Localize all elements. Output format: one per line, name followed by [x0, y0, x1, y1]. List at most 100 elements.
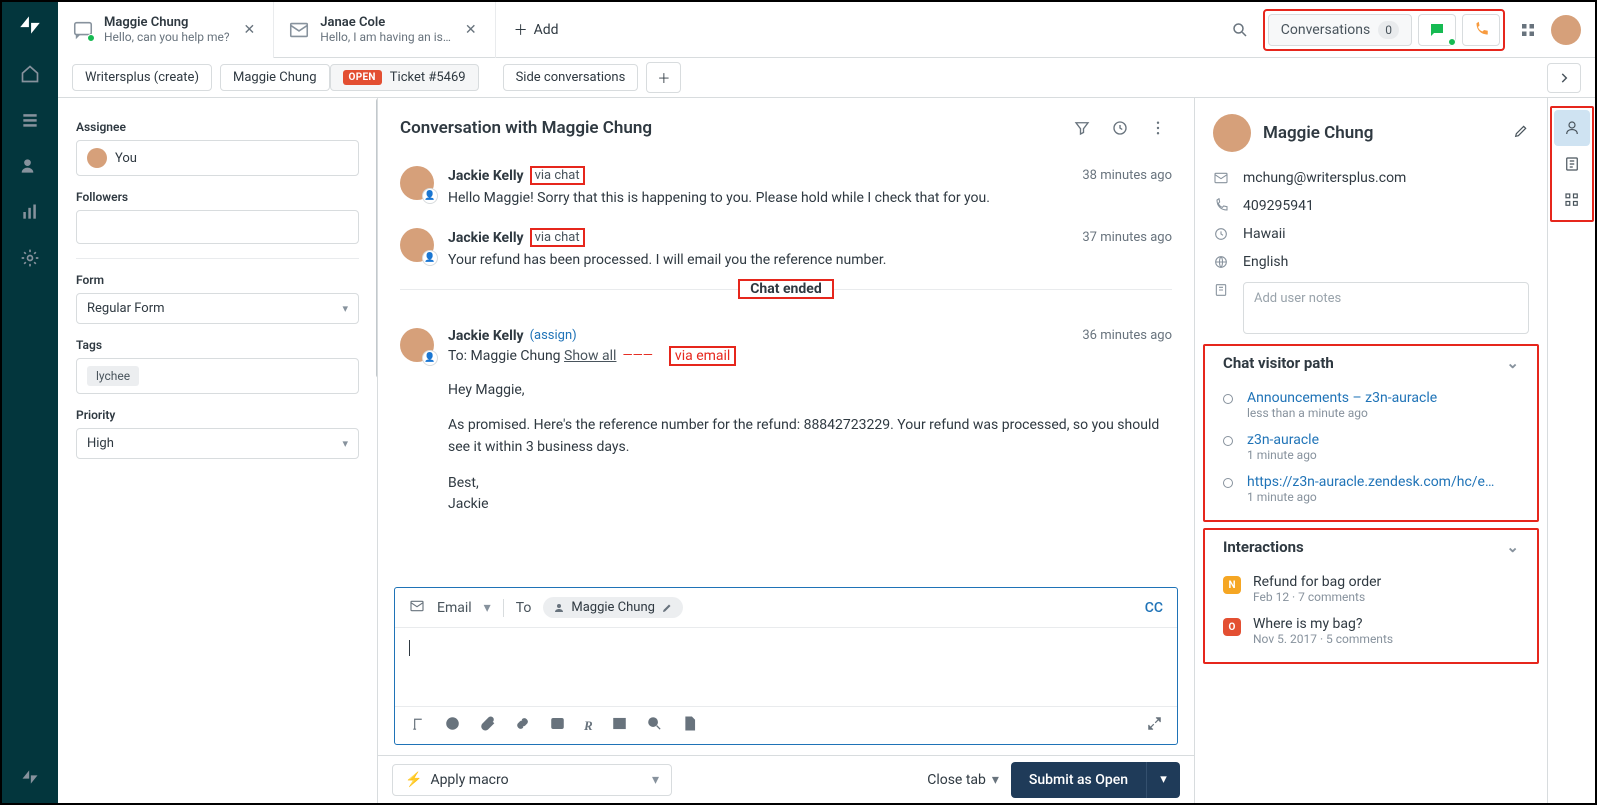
- customer-language: English: [1243, 254, 1288, 270]
- search-kb-icon[interactable]: [646, 715, 663, 736]
- recipient-chip[interactable]: Maggie Chung: [543, 597, 683, 618]
- tags-field[interactable]: lychee: [76, 358, 359, 394]
- tab-ticket-maggie[interactable]: Maggie Chung Hello, can you help me? ✕: [58, 2, 274, 58]
- visitor-path-item[interactable]: https://z3n-auracle.zendesk.com/hc/en…1 …: [1223, 468, 1519, 510]
- zendesk-logo-icon[interactable]: [17, 12, 43, 42]
- mail-icon: [288, 19, 310, 41]
- filter-icon[interactable]: [1068, 114, 1096, 142]
- interaction-item[interactable]: N Refund for bag orderFeb 12 · 7 comment…: [1223, 568, 1519, 610]
- zendesk-mark-icon[interactable]: [20, 767, 40, 791]
- customer-avatar: [1213, 114, 1251, 152]
- status-badge: O: [1223, 618, 1241, 636]
- close-tab-button[interactable]: Close tab ▾: [927, 772, 999, 788]
- top-tab-bar: Maggie Chung Hello, can you help me? ✕ J…: [58, 2, 1595, 58]
- table-icon[interactable]: [611, 715, 628, 736]
- reporting-icon[interactable]: [20, 202, 40, 226]
- priority-label: Priority: [76, 408, 359, 422]
- submit-button[interactable]: Submit as Open: [1011, 762, 1146, 798]
- conversations-button[interactable]: Conversations 0: [1268, 14, 1412, 46]
- assign-link[interactable]: (assign): [530, 328, 577, 343]
- chat-channel-button[interactable]: [1418, 14, 1456, 46]
- apps-icon[interactable]: [1511, 13, 1545, 47]
- clock-icon: [1213, 226, 1229, 242]
- document-icon[interactable]: [681, 715, 698, 736]
- chevron-down-icon[interactable]: ⌄: [1506, 538, 1519, 556]
- expand-compose-icon[interactable]: [1146, 715, 1163, 736]
- interactions-section: Interactions ⌄ N Refund for bag orderFeb…: [1203, 528, 1539, 664]
- followers-field[interactable]: [76, 210, 359, 244]
- chevron-down-icon[interactable]: ⌄: [1506, 354, 1519, 372]
- breadcrumb-ticket[interactable]: OPEN Ticket #5469: [330, 64, 479, 91]
- cc-button[interactable]: CC: [1145, 600, 1163, 616]
- conversation-panel: Conversation with Maggie Chung 👤 Jackie …: [378, 98, 1195, 803]
- add-tab-button[interactable]: ＋ Add: [496, 2, 577, 58]
- attachment-icon[interactable]: [479, 715, 496, 736]
- form-select[interactable]: Regular Form ▾: [76, 293, 359, 324]
- side-conversations-button[interactable]: Side conversations: [503, 64, 639, 91]
- user-context-icon[interactable]: [1554, 110, 1590, 146]
- tags-label: Tags: [76, 338, 359, 352]
- knowledge-icon[interactable]: [1554, 146, 1590, 182]
- visitor-path-item[interactable]: z3n-auracle1 minute ago: [1223, 426, 1519, 468]
- message-time: 37 minutes ago: [1082, 230, 1172, 245]
- form-label: Form: [76, 273, 359, 287]
- visitor-path-link[interactable]: https://z3n-auracle.zendesk.com/hc/en…: [1247, 474, 1497, 490]
- customer-phone[interactable]: 409295941: [1243, 198, 1314, 214]
- show-all-link[interactable]: Show all: [564, 348, 616, 364]
- message-time: 36 minutes ago: [1082, 328, 1172, 343]
- edit-icon[interactable]: [661, 602, 673, 614]
- assignee-field[interactable]: You: [76, 140, 359, 176]
- code-icon[interactable]: [549, 715, 566, 736]
- emoji-icon[interactable]: [444, 715, 461, 736]
- expand-panel-button[interactable]: [1547, 63, 1581, 93]
- talk-channel-button[interactable]: [1462, 14, 1500, 46]
- tab-title: Maggie Chung: [104, 15, 230, 31]
- context-rail: [1547, 98, 1595, 803]
- customer-name: Maggie Chung: [1263, 123, 1501, 143]
- customer-email-row: mchung@writersplus.com: [1195, 164, 1547, 192]
- profile-avatar[interactable]: [1551, 15, 1581, 45]
- lightning-icon: ⚡: [405, 772, 422, 788]
- tab-ticket-janae[interactable]: Janae Cole Hello, I am having an is… ✕: [274, 2, 495, 58]
- search-icon[interactable]: [1223, 13, 1257, 47]
- interaction-item[interactable]: O Where is my bag?Nov 5. 2017 · 5 commen…: [1223, 610, 1519, 652]
- apps-panel-icon[interactable]: [1554, 182, 1590, 218]
- tag-chip[interactable]: lychee: [87, 366, 139, 386]
- history-icon[interactable]: [1106, 114, 1134, 142]
- submit-menu-button[interactable]: ▾: [1146, 762, 1180, 798]
- home-icon[interactable]: [20, 64, 40, 88]
- close-icon[interactable]: ✕: [461, 18, 481, 42]
- submit-button-group: Submit as Open ▾: [1011, 762, 1180, 798]
- views-icon[interactable]: [20, 110, 40, 134]
- visitor-path-item[interactable]: Announcements – z3n-auracleless than a m…: [1223, 384, 1519, 426]
- customer-location-row: Hawaii: [1195, 220, 1547, 248]
- compose-channel-select[interactable]: Email: [437, 600, 472, 616]
- customer-email[interactable]: mchung@writersplus.com: [1243, 170, 1406, 186]
- email-signoff: Best,: [448, 473, 1172, 495]
- message-body: Your refund has been processed. I will e…: [448, 247, 1172, 270]
- signature-icon[interactable]: R: [584, 718, 593, 734]
- timeline-dot-icon: [1223, 478, 1233, 488]
- conversations-count: 0: [1378, 21, 1399, 39]
- edit-icon[interactable]: [1513, 123, 1529, 143]
- chevron-down-icon: ▾: [484, 600, 491, 616]
- admin-icon[interactable]: [20, 248, 40, 272]
- apply-macro-button[interactable]: ⚡ Apply macro ▾: [392, 764, 672, 796]
- submit-label: Submit as Open: [1029, 772, 1128, 788]
- message-author: Jackie Kelly: [448, 230, 524, 246]
- priority-select[interactable]: High ▾: [76, 428, 359, 459]
- more-icon[interactable]: [1144, 114, 1172, 142]
- customers-icon[interactable]: [20, 156, 40, 180]
- link-icon[interactable]: [514, 715, 531, 736]
- visitor-path-meta: less than a minute ago: [1247, 406, 1437, 420]
- add-side-conversation-button[interactable]: ＋: [646, 62, 681, 93]
- text-format-icon[interactable]: [409, 715, 426, 736]
- compose-textarea[interactable]: [395, 628, 1177, 706]
- visitor-path-link[interactable]: z3n-auracle: [1247, 432, 1319, 448]
- visitor-path-link[interactable]: Announcements – z3n-auracle: [1247, 390, 1437, 406]
- close-icon[interactable]: ✕: [240, 18, 260, 42]
- breadcrumb-requester[interactable]: Maggie Chung: [220, 64, 330, 91]
- breadcrumb-org[interactable]: Writersplus (create): [72, 64, 212, 91]
- notes-placeholder: Add user notes: [1254, 291, 1341, 306]
- user-notes-field[interactable]: Add user notes: [1243, 282, 1529, 334]
